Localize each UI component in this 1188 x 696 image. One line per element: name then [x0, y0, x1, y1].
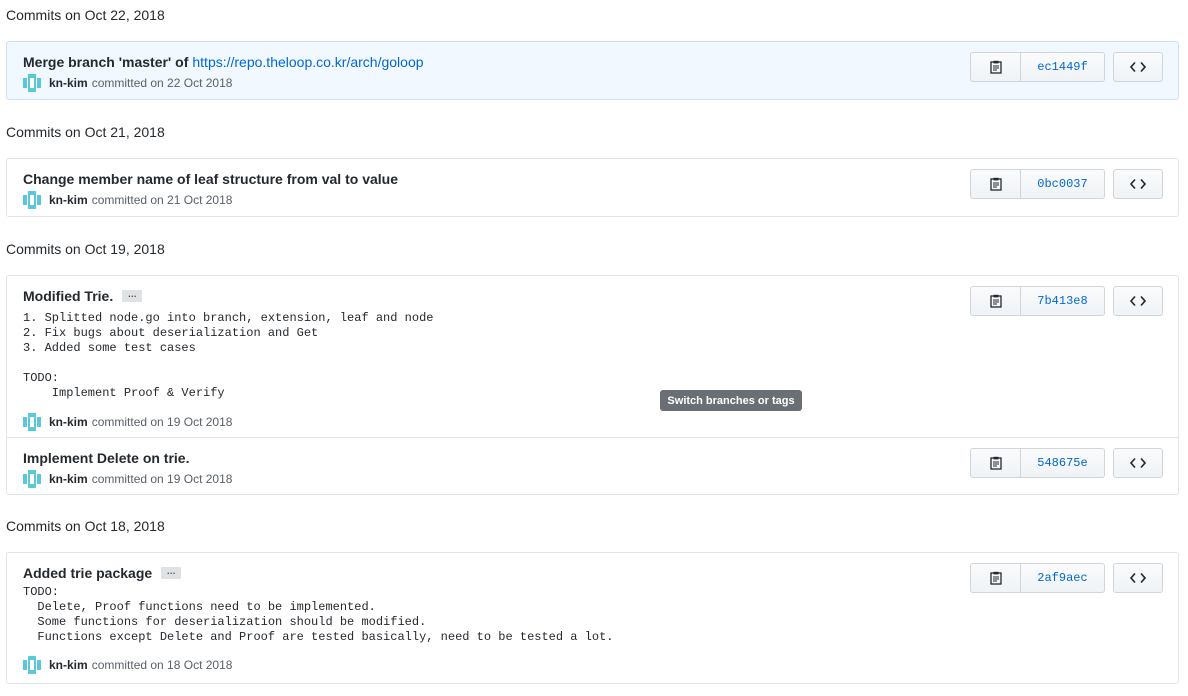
browse-repo-button[interactable] — [1113, 448, 1163, 478]
commit-title[interactable]: Added trie package — [23, 565, 152, 581]
commit-row: Modified Trie. … 1. Splitted node.go int… — [7, 276, 1178, 437]
commit-description: TODO: Delete, Proof functions need to be… — [23, 585, 614, 644]
commit-date: committed on 19 Oct 2018 — [91, 415, 233, 429]
copy-sha-button[interactable] — [971, 564, 1021, 592]
commit-meta: kn-kim committed on 19 Oct 2018 — [23, 412, 1162, 432]
sha-link[interactable]: ec1449f — [1021, 53, 1104, 81]
commit-author[interactable]: kn-kim — [49, 472, 88, 486]
commit-group: Modified Trie. … 1. Splitted node.go int… — [6, 275, 1179, 495]
code-icon — [1130, 61, 1146, 73]
commit-date: committed on 19 Oct 2018 — [91, 472, 233, 486]
browse-repo-button[interactable] — [1113, 563, 1163, 593]
avatar[interactable] — [23, 74, 41, 92]
commit-group-date: Commits on Oct 19, 2018 — [6, 241, 165, 257]
commit-group-date: Commits on Oct 22, 2018 — [6, 7, 165, 23]
commit-group: Change member name of leaf structure fro… — [6, 158, 1179, 217]
commit-date: committed on 18 Oct 2018 — [91, 658, 233, 672]
browse-repo-button[interactable] — [1113, 286, 1163, 316]
commit-title[interactable]: Modified Trie. — [23, 288, 113, 304]
commit-row: Change member name of leaf structure fro… — [7, 159, 1178, 216]
copy-sha-button[interactable] — [971, 287, 1021, 315]
avatar[interactable] — [23, 470, 41, 488]
sha-button-group: 548675e — [970, 448, 1105, 478]
sha-link[interactable]: 548675e — [1021, 449, 1104, 477]
commit-actions: ec1449f — [970, 52, 1163, 82]
commit-actions: 7b413e8 — [970, 286, 1163, 316]
browse-repo-button[interactable] — [1113, 52, 1163, 82]
copy-sha-button[interactable] — [971, 170, 1021, 198]
commit-group: Added trie package … TODO: Delete, Proof… — [6, 552, 1179, 684]
browse-repo-button[interactable] — [1113, 169, 1163, 199]
commit-link[interactable]: https://repo.theloop.co.kr/arch/goloop — [192, 54, 423, 70]
clipboard-icon — [989, 294, 1002, 308]
commit-row: Implement Delete on trie. kn-kim committ… — [7, 437, 1178, 494]
sha-button-group: 7b413e8 — [970, 286, 1105, 316]
clipboard-icon — [989, 456, 1002, 470]
sha-link[interactable]: 7b413e8 — [1021, 287, 1104, 315]
sha-button-group: 2af9aec — [970, 563, 1105, 593]
commit-group: Merge branch 'master' of https://repo.th… — [6, 41, 1179, 100]
commit-author[interactable]: kn-kim — [49, 76, 88, 90]
commit-actions: 2af9aec — [970, 563, 1163, 593]
commit-title[interactable]: Change member name of leaf structure fro… — [23, 171, 398, 187]
clipboard-icon — [989, 571, 1002, 585]
commit-group-date: Commits on Oct 18, 2018 — [6, 518, 165, 534]
avatar[interactable] — [23, 191, 41, 209]
commit-meta: kn-kim committed on 18 Oct 2018 — [23, 655, 1162, 675]
avatar[interactable] — [23, 413, 41, 431]
sha-button-group: ec1449f — [970, 52, 1105, 82]
commit-row: Merge branch 'master' of https://repo.th… — [7, 42, 1178, 99]
code-icon — [1130, 457, 1146, 469]
sha-link[interactable]: 0bc0037 — [1021, 170, 1104, 198]
commit-actions: 548675e — [970, 448, 1163, 478]
code-icon — [1130, 295, 1146, 307]
commit-title[interactable]: Merge branch 'master' of — [23, 54, 188, 70]
code-icon — [1130, 178, 1146, 190]
code-icon — [1130, 572, 1146, 584]
commit-row: Added trie package … TODO: Delete, Proof… — [7, 553, 1178, 683]
commit-date: committed on 21 Oct 2018 — [91, 193, 233, 207]
commit-author[interactable]: kn-kim — [49, 193, 88, 207]
copy-sha-button[interactable] — [971, 53, 1021, 81]
commit-group-date: Commits on Oct 21, 2018 — [6, 124, 165, 140]
clipboard-icon — [989, 177, 1002, 191]
copy-sha-button[interactable] — [971, 449, 1021, 477]
sha-button-group: 0bc0037 — [970, 169, 1105, 199]
commit-description: 1. Splitted node.go into branch, extensi… — [23, 311, 434, 400]
expand-description-button[interactable]: … — [161, 567, 182, 579]
avatar[interactable] — [23, 656, 41, 674]
commit-title[interactable]: Implement Delete on trie. — [23, 450, 189, 466]
sha-link[interactable]: 2af9aec — [1021, 564, 1104, 592]
commit-author[interactable]: kn-kim — [49, 658, 88, 672]
commit-date: committed on 22 Oct 2018 — [91, 76, 233, 90]
expand-description-button[interactable]: … — [122, 290, 143, 302]
branch-switch-tooltip: Switch branches or tags — [660, 390, 802, 411]
commit-actions: 0bc0037 — [970, 169, 1163, 199]
clipboard-icon — [989, 60, 1002, 74]
commit-author[interactable]: kn-kim — [49, 415, 88, 429]
